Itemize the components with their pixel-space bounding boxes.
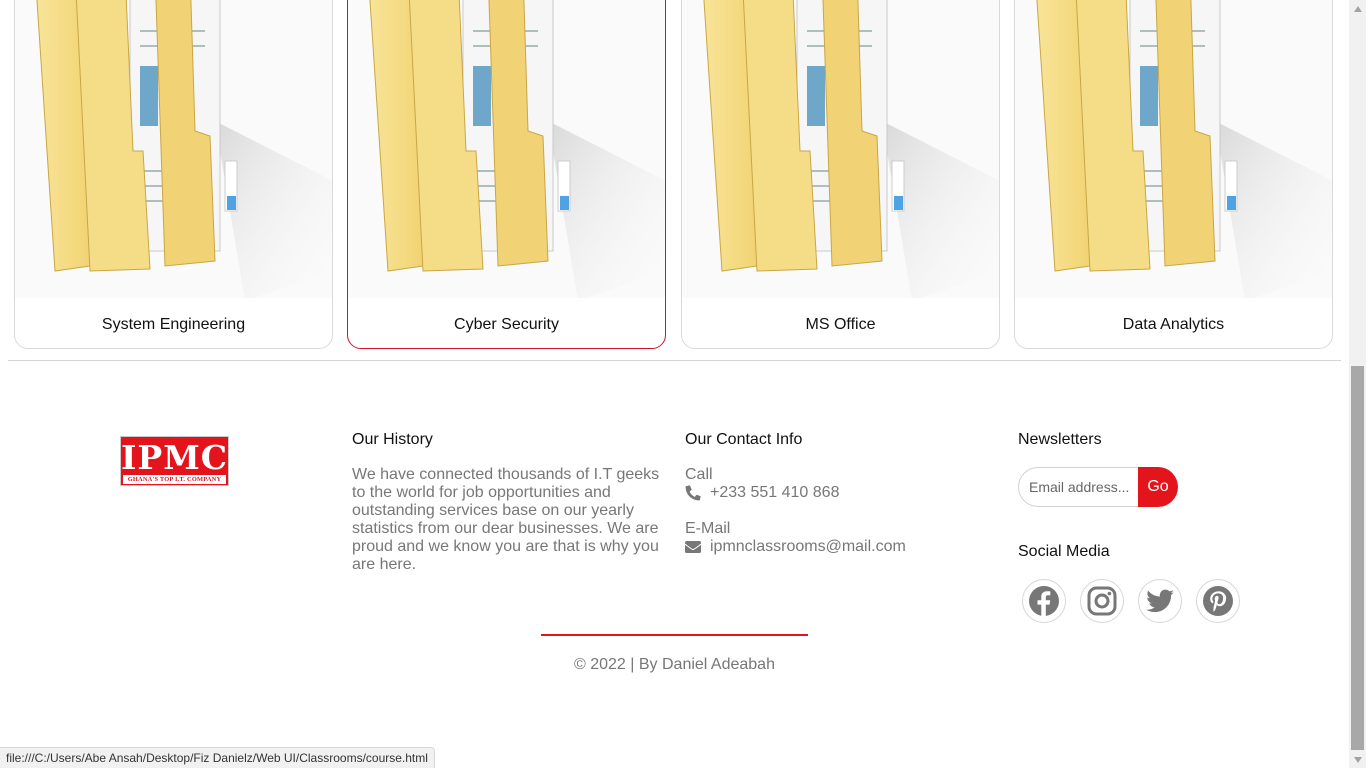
logo-name: IPMC — [121, 438, 229, 477]
course-cards: System Engineering Cyber Security MS Off… — [14, 0, 1335, 350]
copyright-text: © 2022 | By Daniel Adeabah — [574, 656, 775, 673]
history-heading: Our History — [352, 431, 433, 448]
course-title: MS Office — [805, 316, 876, 333]
newsletter-email-input[interactable] — [1018, 467, 1154, 507]
browser-status-bar: file:///C:/Users/Abe Ansah/Desktop/Fiz D… — [0, 747, 435, 768]
twitter-icon — [1146, 589, 1174, 613]
social-links — [1022, 579, 1240, 623]
history-text: We have connected thousands of I.T geeks… — [352, 466, 660, 573]
folder-icon — [15, 0, 332, 301]
facebook-link[interactable] — [1022, 579, 1066, 623]
ipmc-logo[interactable]: IPMC GHANA'S TOP I.T. COMPANY — [120, 436, 229, 486]
pinterest-icon — [1203, 586, 1233, 616]
facebook-icon — [1029, 586, 1059, 616]
pinterest-link[interactable] — [1196, 579, 1240, 623]
folder-icon — [348, 0, 665, 301]
vertical-scrollbar[interactable] — [1349, 0, 1366, 768]
envelope-icon — [685, 541, 701, 553]
folder-icon — [1015, 0, 1332, 301]
contact-info: Call +233 551 410 868 E-Mail ipmnclassro… — [685, 466, 985, 556]
contact-heading: Our Contact Info — [685, 431, 803, 448]
course-title: Data Analytics — [1122, 316, 1225, 333]
newsletter-go-button[interactable]: Go — [1138, 467, 1178, 507]
scrollbar-thumb[interactable] — [1351, 366, 1364, 750]
section-divider — [8, 360, 1341, 361]
course-title: System Engineering — [101, 316, 246, 333]
course-card-cyber-security[interactable]: Cyber Security — [347, 0, 666, 349]
page: System Engineering Cyber Security MS Off… — [0, 0, 1349, 768]
instagram-link[interactable] — [1080, 579, 1124, 623]
phone-icon — [685, 485, 701, 501]
phone-row[interactable]: +233 551 410 868 — [685, 484, 985, 502]
folder-icon — [682, 0, 999, 301]
course-card-system-engineering[interactable]: System Engineering — [14, 0, 333, 349]
email-address: ipmnclassrooms@mail.com — [710, 538, 906, 555]
instagram-icon — [1087, 586, 1117, 616]
logo-tagline: GHANA'S TOP I.T. COMPANY — [123, 475, 226, 484]
call-label: Call — [685, 466, 713, 483]
phone-number: +233 551 410 868 — [710, 484, 840, 501]
email-label: E-Mail — [685, 520, 731, 537]
course-card-data-analytics[interactable]: Data Analytics — [1014, 0, 1333, 349]
twitter-link[interactable] — [1138, 579, 1182, 623]
course-card-ms-office[interactable]: MS Office — [681, 0, 1000, 349]
newsletter-heading: Newsletters — [1018, 431, 1102, 448]
email-row[interactable]: ipmnclassrooms@mail.com — [685, 538, 985, 556]
footer-accent-line — [541, 634, 808, 636]
course-title: Cyber Security — [454, 316, 559, 333]
scroll-up-arrow-icon[interactable] — [1349, 0, 1366, 17]
scroll-down-arrow-icon[interactable] — [1349, 751, 1366, 768]
social-heading: Social Media — [1018, 543, 1110, 560]
